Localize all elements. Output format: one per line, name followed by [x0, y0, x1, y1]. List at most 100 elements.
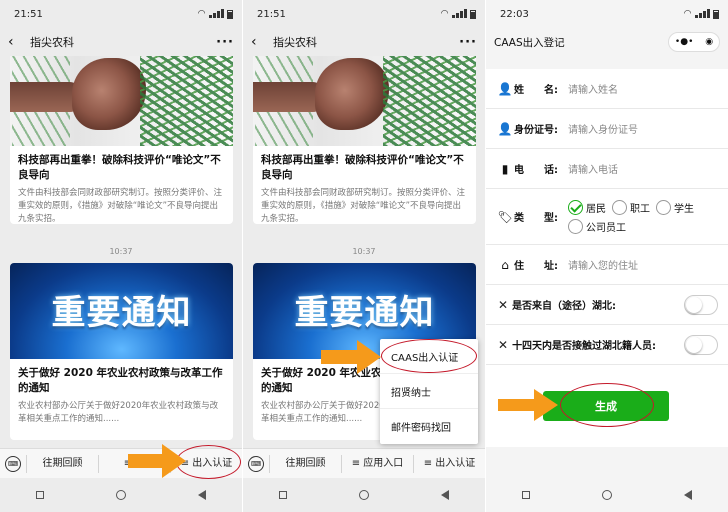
phone-input[interactable]: 请输入电话 [568, 161, 618, 176]
article-card[interactable]: 科技部再出重拳！破除科技评价“唯论文”不良导向 文件由科技部会同财政部研究制订。… [10, 56, 233, 224]
recent-apps-icon[interactable] [522, 491, 530, 499]
id-input[interactable]: 请输入身份证号 [568, 121, 638, 136]
back-arrow-icon[interactable]: ‹ [8, 34, 24, 50]
tab-past-review[interactable]: 往期回顾 [26, 454, 98, 473]
signal-icon [694, 8, 710, 20]
wifi-icon: ◠ [198, 9, 205, 19]
article-title: 关于做好 2020 年农业农村政策与改革工作的通知 [18, 367, 223, 394]
system-nav-bar [0, 478, 242, 512]
phone-label: 电 话: [514, 165, 558, 176]
status-icons: ◠ [198, 8, 233, 20]
page-title: 指尖农科 [273, 36, 317, 49]
id-label: 身份证号: [514, 125, 558, 136]
cross-icon: ✕ [498, 337, 509, 352]
article-desc: 文件由科技部会同财政部研究制订。按照分类评价、注重实效的原则，《措施》对破除“唯… [261, 188, 466, 224]
status-time: 21:51 [257, 8, 286, 20]
address-label: 住 址: [514, 261, 558, 272]
pointer-arrow-icon [498, 389, 558, 421]
contact-switch[interactable] [684, 334, 718, 355]
article-image-fist [253, 56, 476, 146]
status-bar: 22:03 ◠ [486, 0, 728, 28]
contact-label: 十四天内是否接触过湖北籍人员: [512, 341, 657, 352]
status-bar: 21:51 ◠ [0, 0, 242, 28]
menu-item-recruitment[interactable]: 招贤纳士 [380, 374, 478, 409]
back-icon[interactable] [684, 490, 692, 500]
recent-apps-icon[interactable] [279, 491, 287, 499]
highlight-ellipse [381, 339, 477, 373]
tag-icon: 🏷 [497, 209, 513, 224]
article-image-fist [10, 56, 233, 146]
title-bar: ‹ 指尖农科 ··· [0, 28, 242, 56]
status-time: 21:51 [14, 8, 43, 20]
hubei-label: 是否来自（途径）湖北: [512, 301, 617, 312]
keyboard-icon: ⌨ [248, 455, 264, 472]
battery-icon [470, 9, 476, 19]
status-icons: ◠ [441, 8, 476, 20]
keyboard-icon: ⌨ [5, 455, 21, 472]
phone-screen-2: 21:51 ◠ ‹ 指尖农科 ··· 科技部再出重拳！破除科技评价“唯论文”不良… [243, 0, 485, 512]
status-time: 22:03 [500, 8, 529, 20]
signal-icon [451, 8, 467, 20]
radio-staff[interactable]: 职工 [612, 199, 650, 215]
article-title: 科技部再出重拳！破除科技评价“唯论文”不良导向 [18, 154, 221, 181]
home-icon[interactable] [359, 490, 369, 500]
signal-icon [208, 8, 224, 20]
home-icon[interactable] [602, 490, 612, 500]
home-icon[interactable] [116, 490, 126, 500]
battery-icon [713, 9, 719, 19]
article-card[interactable]: 重要通知 关于做好 2020 年农业农村政策与改革工作的通知 农业农村部办公厅关… [10, 263, 233, 440]
type-radio-group: 居民 职工 学生 公司员工 [568, 199, 718, 234]
menu-item-password-recovery[interactable]: 邮件密码找回 [380, 409, 478, 444]
name-input[interactable]: 请输入姓名 [568, 81, 618, 96]
back-icon[interactable] [198, 490, 206, 500]
type-row: 🏷 类 型: 居民 职工 学生 公司员工 [486, 189, 728, 245]
battery-icon [227, 9, 233, 19]
radio-company-employee[interactable]: 公司员工 [568, 218, 626, 234]
article-title: 科技部再出重拳！破除科技评价“唯论文”不良导向 [261, 154, 464, 181]
tab-access-auth[interactable]: ≡ 出入认证 [413, 454, 485, 473]
page-title: 指尖农科 [30, 36, 74, 49]
keyboard-toggle[interactable]: ⌨ [0, 455, 26, 472]
id-row: 👤 身份证号: 请输入身份证号 [486, 109, 728, 149]
address-row: ⌂ 住 址: 请输入您的住址 [486, 245, 728, 285]
title-bar: ‹ 指尖农科 ··· [243, 28, 485, 56]
recent-apps-icon[interactable] [36, 491, 44, 499]
timestamp: 10:37 [109, 247, 133, 256]
system-nav-bar [243, 478, 485, 512]
article-image-notice: 重要通知 [10, 263, 233, 359]
home-icon: ⌂ [501, 257, 509, 272]
page-title: CAAS出入登记 [494, 36, 565, 49]
id-card-icon: 👤 [497, 121, 513, 136]
keyboard-toggle[interactable]: ⌨ [243, 455, 269, 472]
phone-screen-1: 21:51 ◠ ‹ 指尖农科 ··· 科技部再出重拳！破除科技评价“唯论文”不良… [0, 0, 242, 512]
mini-program-controls: •●• ◉ [668, 32, 720, 52]
pointer-arrow-icon [321, 340, 381, 374]
type-label: 类 型: [514, 213, 558, 224]
status-icons: ◠ [684, 8, 719, 20]
close-target-icon[interactable]: ◉ [705, 37, 713, 47]
more-options-icon[interactable]: ··· [216, 35, 234, 50]
address-input[interactable]: 请输入您的住址 [568, 257, 638, 272]
radio-resident[interactable]: 居民 [568, 199, 606, 215]
article-feed: 科技部再出重拳！破除科技评价“唯论文”不良导向 文件由科技部会同财政部研究制订。… [0, 56, 242, 448]
more-options-icon[interactable]: ··· [459, 35, 477, 50]
tab-app-entry[interactable]: ≡ 应用入口 [341, 454, 413, 473]
more-options-icon[interactable]: •●• [675, 37, 693, 47]
article-desc: 文件由科技部会同财政部研究制订。按照分类评价、注重实效的原则，《措施》对破除“唯… [18, 188, 223, 224]
radio-student[interactable]: 学生 [656, 199, 694, 215]
hubei-switch[interactable] [684, 294, 718, 315]
wifi-icon: ◠ [684, 9, 691, 19]
article-desc: 农业农村部办公厅关于做好2020年农业农村政策与改革相关重点工作的通知.....… [18, 401, 219, 424]
name-row: 👤 姓 名: 请输入姓名 [486, 69, 728, 109]
back-arrow-icon[interactable]: ‹ [251, 34, 267, 50]
tab-past-review[interactable]: 往期回顾 [269, 454, 341, 473]
wifi-icon: ◠ [441, 9, 448, 19]
cross-icon: ✕ [498, 297, 509, 312]
back-icon[interactable] [441, 490, 449, 500]
article-card[interactable]: 科技部再出重拳！破除科技评价“唯论文”不良导向 文件由科技部会同财政部研究制订。… [253, 56, 476, 224]
name-label: 姓 名: [514, 85, 558, 96]
person-icon: 👤 [497, 81, 513, 96]
system-nav-bar [486, 478, 728, 512]
title-bar: CAAS出入登记 •●• ◉ [486, 28, 728, 56]
status-bar: 21:51 ◠ [243, 0, 485, 28]
